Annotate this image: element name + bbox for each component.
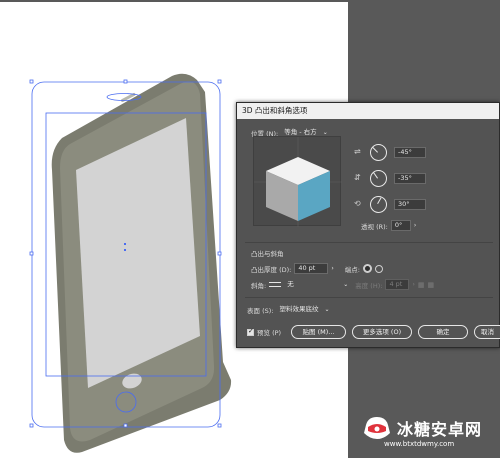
dialog-title: 3D 凸出和斜角选项	[237, 103, 499, 119]
rotate-z-knob[interactable]	[370, 196, 387, 213]
section-divider-2	[245, 297, 493, 298]
preview-label: 预览 (P)	[257, 329, 282, 337]
watermark-url: www.btxtdwmy.com	[384, 440, 455, 448]
bevel-row: 斜角: 无 ⌄ 高度 (H): 4 pt › ▦ ▦	[251, 279, 434, 290]
cap-on-icon[interactable]	[362, 264, 372, 273]
rotate-z-icon: ⟲	[354, 199, 361, 208]
watermark-logo-icon	[364, 417, 390, 439]
3d-extrude-bevel-dialog: 3D 凸出和斜角选项 位置 (N): 等角 - 右方 ⌄ ⇌ -45° ⇵ -3…	[236, 102, 500, 348]
cap-label: 端点:	[344, 265, 360, 274]
cancel-button[interactable]: 取消	[474, 325, 500, 339]
height-caret-icon[interactable]: ›	[412, 281, 414, 288]
surface-row: 表面 (S): 塑料效果底纹 ⌄	[247, 304, 330, 315]
more-options-button[interactable]: 更多选项 (O)	[352, 325, 412, 339]
bevel-label: 斜角:	[251, 281, 267, 290]
extrude-depth-row: 凸出厚度 (D): 40 pt › 端点:	[251, 263, 383, 274]
rotate-x-field[interactable]: -45°	[394, 147, 426, 158]
rotation-preview[interactable]	[253, 136, 342, 227]
cap-off-icon[interactable]	[374, 264, 383, 273]
watermark-text: 冰糖安卓网	[397, 420, 483, 439]
ok-button[interactable]: 确定	[418, 325, 468, 339]
bevel-in-icon[interactable]: ▦	[418, 281, 425, 289]
perspective-field[interactable]: 0°	[390, 220, 411, 231]
perspective-row: 透视 (R): 0° ›	[361, 220, 416, 231]
bevel-caret-icon[interactable]: ⌄	[343, 281, 348, 288]
rotate-x-knob[interactable]	[370, 144, 387, 161]
dropdown-caret-icon[interactable]: ⌄	[323, 129, 328, 136]
surface-caret-icon[interactable]: ⌄	[324, 306, 329, 313]
preview-checkbox[interactable]	[247, 327, 254, 336]
rotate-z-field[interactable]: 30°	[394, 199, 426, 210]
surface-label: 表面 (S):	[247, 306, 274, 315]
watermark: 冰糖安卓网	[362, 415, 482, 441]
extrude-depth-field[interactable]: 40 pt	[294, 263, 329, 274]
map-button[interactable]: 贴图 (M)...	[291, 325, 346, 339]
height-label: 高度 (H):	[355, 281, 383, 290]
rotate-y-field[interactable]: -35°	[394, 173, 426, 184]
perspective-label: 透视 (R):	[361, 222, 388, 231]
bevel-out-icon[interactable]: ▦	[427, 281, 434, 289]
extrude-depth-caret-icon[interactable]: ›	[331, 265, 333, 272]
rotate-x-icon: ⇌	[354, 147, 361, 156]
extrude-section-title: 凸出与斜角	[251, 250, 284, 258]
rotate-y-icon: ⇵	[354, 173, 361, 182]
surface-dropdown[interactable]: 塑料效果底纹	[276, 304, 322, 315]
bevel-dropdown[interactable]: 无	[284, 279, 341, 290]
rotate-y-knob[interactable]	[370, 170, 387, 187]
perspective-caret-icon[interactable]: ›	[414, 222, 416, 229]
extrude-depth-label: 凸出厚度 (D):	[251, 265, 292, 274]
section-divider	[245, 242, 493, 243]
cube-preview-svg[interactable]	[254, 137, 342, 227]
bevel-swatch	[269, 282, 282, 287]
height-field[interactable]: 4 pt	[385, 279, 410, 290]
preview-row[interactable]: 预览 (P)	[247, 327, 281, 337]
